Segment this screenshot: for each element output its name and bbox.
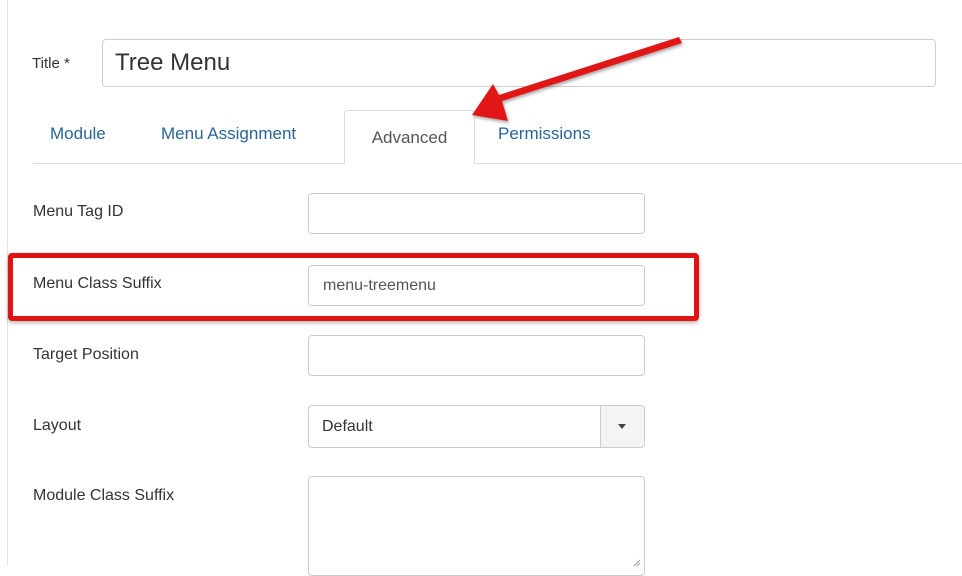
layout-select[interactable]: Default — [308, 405, 645, 448]
target-position-input[interactable] — [308, 335, 645, 376]
tab-menu-assignment[interactable]: Menu Assignment — [161, 124, 296, 144]
layout-label: Layout — [33, 417, 82, 434]
tabs-divider — [33, 163, 962, 164]
caret-down-icon — [618, 424, 626, 429]
menu-tag-id-input[interactable] — [308, 193, 645, 234]
module-class-suffix-textarea[interactable] — [308, 476, 645, 576]
menu-tag-id-label: Menu Tag ID — [33, 203, 124, 220]
layout-select-value: Default — [322, 418, 373, 435]
tab-advanced[interactable]: Advanced — [344, 110, 475, 165]
module-class-suffix-label: Module Class Suffix — [33, 487, 175, 504]
highlight-box — [8, 253, 699, 321]
title-input[interactable]: Tree Menu — [102, 39, 936, 87]
tab-permissions[interactable]: Permissions — [498, 124, 591, 144]
layout-select-toggle[interactable] — [600, 406, 644, 447]
title-label: Title * — [32, 55, 70, 72]
tab-module[interactable]: Module — [50, 124, 106, 144]
target-position-label: Target Position — [33, 346, 139, 363]
